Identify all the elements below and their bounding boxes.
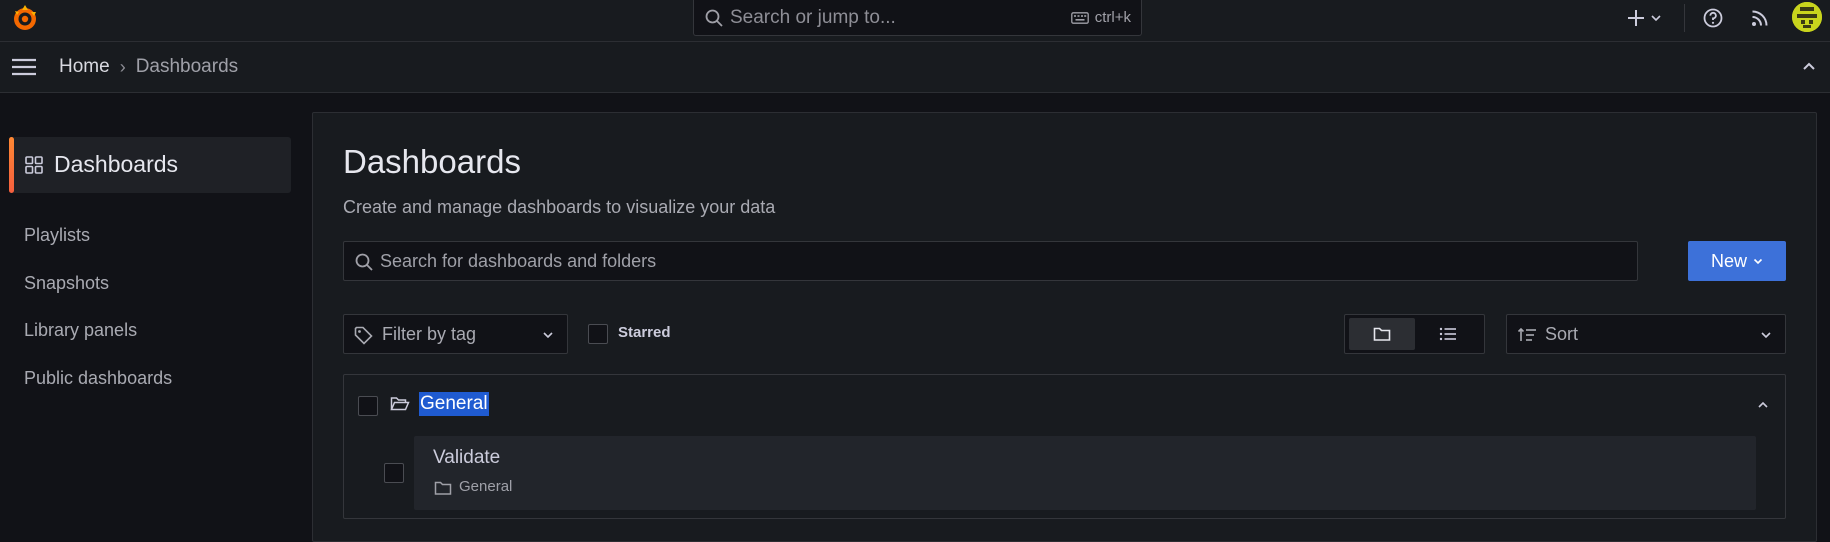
page-subtitle: Create and manage dashboards to visualiz…	[343, 197, 776, 217]
chevron-down-icon	[1650, 12, 1662, 24]
sidebar-item-snapshots[interactable]: Snapshots	[24, 273, 109, 294]
breadcrumb: Home › Dashboards	[59, 56, 238, 78]
filter-by-tag-select[interactable]: Filter by tag	[343, 314, 568, 354]
breadcrumb-bar: Home › Dashboards	[0, 42, 1830, 93]
help-button[interactable]	[1702, 4, 1724, 32]
folder-checkbox[interactable]	[358, 396, 378, 416]
sidebar-item-label: Dashboards	[54, 151, 179, 177]
chevron-down-icon	[541, 328, 555, 342]
dashboard-title[interactable]: Validate	[433, 447, 500, 469]
breadcrumb-separator: ›	[119, 56, 126, 77]
menu-toggle-button[interactable]	[11, 57, 37, 77]
sidebar-item-public-dashboards[interactable]: Public dashboards	[24, 368, 172, 389]
dashboard-search-input[interactable]: Search for dashboards and folders	[343, 241, 1638, 281]
folder-name[interactable]: General	[419, 392, 489, 416]
sidebar-item-library-panels[interactable]: Library panels	[24, 320, 137, 341]
chevron-up-icon	[1801, 58, 1817, 74]
folder-view-button[interactable]	[1349, 318, 1415, 350]
shortcut-text: ctrl+k	[1094, 9, 1131, 26]
sort-label: Sort	[1545, 324, 1579, 344]
grafana-logo-icon[interactable]	[10, 3, 40, 33]
dashboard-search-placeholder: Search for dashboards and folders	[380, 251, 657, 271]
search-icon	[704, 8, 724, 28]
folder-icon	[434, 480, 452, 496]
keyboard-icon	[1070, 11, 1089, 24]
active-indicator	[9, 137, 14, 193]
plus-icon	[1626, 8, 1646, 28]
help-icon	[1702, 7, 1724, 29]
starred-label[interactable]: Starred	[618, 324, 671, 341]
starred-checkbox[interactable]	[588, 324, 608, 344]
shortcut-hint: ctrl+k	[1070, 9, 1131, 26]
folder-section-general: General Validate General	[343, 374, 1786, 519]
list-item[interactable]: Validate General	[414, 436, 1756, 510]
apps-grid-icon	[25, 156, 43, 174]
chevron-down-icon	[1759, 328, 1773, 342]
sidebar-item-playlists[interactable]: Playlists	[24, 225, 90, 246]
new-button[interactable]: New	[1688, 241, 1786, 281]
global-search-bar[interactable]: Search or jump to... ctrl+k	[693, 0, 1142, 36]
sidebar: Dashboards Playlists Snapshots Library p…	[0, 94, 310, 534]
search-icon	[354, 252, 374, 272]
breadcrumb-current: Dashboards	[135, 56, 239, 77]
top-bar: Search or jump to... ctrl+k	[0, 0, 1830, 42]
rss-icon	[1750, 8, 1770, 28]
chevron-up-icon[interactable]	[1757, 399, 1769, 411]
sort-select[interactable]: Sort	[1506, 314, 1786, 354]
tag-icon	[354, 326, 373, 345]
view-mode-toggle	[1344, 314, 1485, 354]
news-button[interactable]	[1750, 4, 1770, 32]
dashboard-folder-label: General	[459, 478, 513, 495]
folder-open-icon	[390, 396, 410, 412]
global-search-placeholder: Search or jump to...	[730, 7, 896, 28]
add-new-menu-button[interactable]	[1626, 4, 1662, 32]
hamburger-icon	[11, 57, 37, 77]
list-icon	[1439, 326, 1457, 342]
chevron-down-icon	[1753, 256, 1763, 266]
list-view-button[interactable]	[1415, 318, 1481, 350]
collapse-header-button[interactable]	[1801, 58, 1817, 74]
breadcrumb-home-link[interactable]: Home	[59, 56, 110, 78]
dashboard-checkbox[interactable]	[384, 463, 404, 483]
page-title: Dashboards	[343, 143, 521, 180]
filter-by-tag-label: Filter by tag	[382, 324, 477, 344]
folder-icon	[1373, 326, 1391, 342]
dashboards-page: Dashboards Create and manage dashboards …	[312, 112, 1817, 542]
topbar-divider	[1684, 4, 1685, 32]
new-button-label: New	[1710, 250, 1747, 271]
avatar[interactable]	[1792, 2, 1822, 32]
sort-icon	[1517, 326, 1537, 344]
sidebar-item-dashboards[interactable]: Dashboards	[9, 137, 291, 193]
